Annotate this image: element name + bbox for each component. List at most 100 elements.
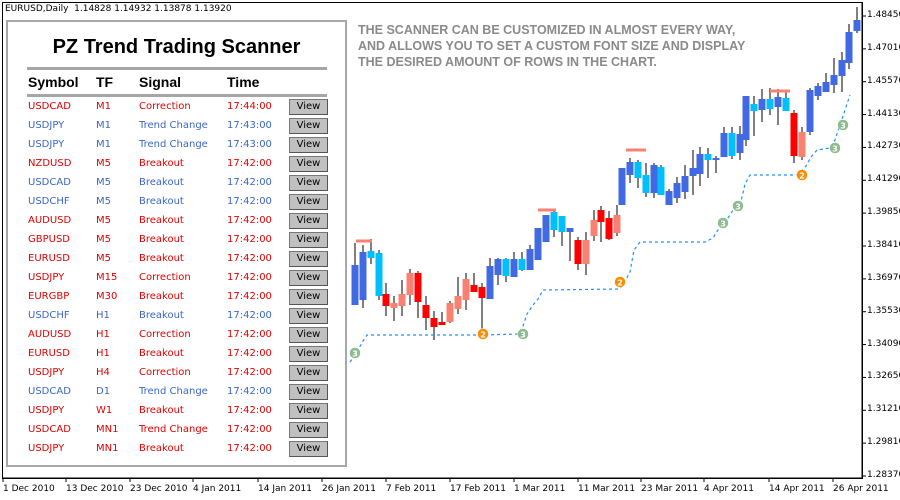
view-button[interactable]: View: [289, 441, 328, 457]
scanner-panel: PZ Trend Trading Scanner Symbol TF Signa…: [6, 20, 347, 467]
candle-body: [618, 168, 626, 205]
price-tick-label: 1.41290: [867, 174, 900, 185]
candle-body: [665, 191, 673, 205]
view-button[interactable]: View: [289, 422, 328, 438]
row-symbol: EURGBP: [28, 291, 70, 302]
candle-body: [689, 168, 697, 176]
price-tick-label: 1.48450: [867, 10, 900, 20]
signal-row: AUDUSD M5 Breakout 17:42:00 View: [8, 212, 345, 231]
row-time: 17:42:00: [227, 177, 272, 188]
candle-body: [422, 305, 430, 318]
chart-title: EURUSD,Daily 1.14828 1.14932 1.13878 1.1…: [5, 4, 232, 14]
view-button[interactable]: View: [289, 251, 328, 267]
candle-body: [673, 183, 681, 198]
view-button[interactable]: View: [289, 156, 328, 172]
candle-body: [534, 228, 542, 260]
row-signal: Trend Change: [139, 386, 208, 397]
signal-marker-label: 3: [520, 331, 526, 340]
trailing-stop-line: [349, 94, 851, 363]
candle-body: [750, 104, 758, 111]
row-timeframe: H1: [96, 348, 110, 359]
candle-body: [814, 86, 822, 96]
candle-body: [657, 167, 665, 195]
candle-body: [845, 32, 853, 63]
view-button[interactable]: View: [289, 118, 328, 134]
signal-row: USDCAD M1 Correction 17:44:00 View: [8, 98, 345, 117]
row-time: 17:42:00: [227, 348, 272, 359]
view-button[interactable]: View: [289, 384, 328, 400]
row-signal: Breakout: [139, 234, 184, 245]
row-timeframe: M15: [96, 272, 118, 283]
date-tick-label: 23 Mar 2011: [641, 484, 699, 494]
candle-body: [712, 158, 720, 160]
row-signal: Trend Change: [139, 424, 208, 435]
row-time: 17:42:00: [227, 386, 272, 397]
view-button[interactable]: View: [289, 213, 328, 229]
row-time: 17:43:00: [227, 139, 272, 150]
view-button[interactable]: View: [289, 365, 328, 381]
candle-body: [558, 216, 566, 232]
candle-body: [766, 99, 774, 109]
row-timeframe: W1: [96, 405, 113, 416]
row-timeframe: M1: [96, 139, 111, 150]
row-symbol: USDCHF: [28, 310, 70, 321]
candle-body: [510, 259, 518, 277]
candle-body: [790, 113, 798, 156]
row-timeframe: MN1: [96, 443, 119, 454]
candle-body: [650, 165, 658, 193]
signal-marker-label: 3: [832, 145, 838, 154]
candle-body: [359, 252, 367, 300]
date-tick-label: 13 Dec 2010: [66, 484, 124, 494]
view-button[interactable]: View: [289, 403, 328, 419]
view-button[interactable]: View: [289, 194, 328, 210]
row-signal: Breakout: [139, 158, 184, 169]
candle-body: [590, 220, 598, 236]
candle-body: [502, 259, 510, 276]
signal-marker-label: 2: [480, 331, 486, 340]
view-button[interactable]: View: [289, 308, 328, 324]
view-button[interactable]: View: [289, 270, 328, 286]
signal-row: USDJPY M1 Trend Change 17:43:00 View: [8, 117, 345, 136]
row-timeframe: M5: [96, 196, 111, 207]
price-tick-label: 1.31210: [867, 404, 900, 415]
row-symbol: USDJPY: [28, 120, 65, 131]
view-button[interactable]: View: [289, 99, 328, 115]
row-time: 17:42:00: [227, 405, 272, 416]
signal-row: EURUSD H1 Breakout 17:42:00 View: [8, 345, 345, 364]
date-tick-label: 1 Dec 2010: [3, 484, 55, 494]
row-signal: Breakout: [139, 177, 184, 188]
date-tick-label: 26 Apr 2011: [833, 484, 889, 494]
candle-body: [681, 176, 689, 192]
view-button[interactable]: View: [289, 175, 328, 191]
price-tick-label: 1.29810: [867, 437, 900, 448]
row-time: 17:42:00: [227, 272, 272, 283]
price-tick-label: 1.34090: [867, 338, 900, 349]
row-symbol: GBPUSD: [28, 234, 71, 245]
price-tick-label: 1.42730: [867, 141, 900, 152]
view-button[interactable]: View: [289, 232, 328, 248]
view-button[interactable]: View: [289, 137, 328, 153]
candle-body: [494, 259, 502, 275]
candle-body: [597, 210, 605, 222]
row-time: 17:44:00: [227, 101, 272, 112]
row-symbol: USDJPY: [28, 405, 65, 416]
candle-body: [736, 134, 744, 153]
date-tick-label: 14 Jan 2011: [258, 484, 312, 494]
view-button[interactable]: View: [289, 327, 328, 343]
row-symbol: USDJPY: [28, 272, 65, 283]
view-button[interactable]: View: [289, 289, 328, 305]
signal-row: USDCAD MN1 Trend Change 17:42:00 View: [8, 421, 345, 440]
candle-body: [390, 303, 398, 308]
view-button[interactable]: View: [289, 346, 328, 362]
candle-body: [806, 90, 814, 132]
signal-row: EURGBP M30 Breakout 17:42:00 View: [8, 288, 345, 307]
signal-row: USDJPY M15 Correction 17:42:00 View: [8, 269, 345, 288]
row-signal: Breakout: [139, 443, 184, 454]
row-symbol: USDCAD: [28, 177, 71, 188]
price-tick-label: 1.44130: [867, 108, 900, 119]
candle-body: [446, 303, 454, 322]
candle-body: [454, 296, 462, 309]
row-timeframe: M5: [96, 215, 111, 226]
row-timeframe: H4: [96, 367, 110, 378]
candle-body: [613, 215, 621, 233]
